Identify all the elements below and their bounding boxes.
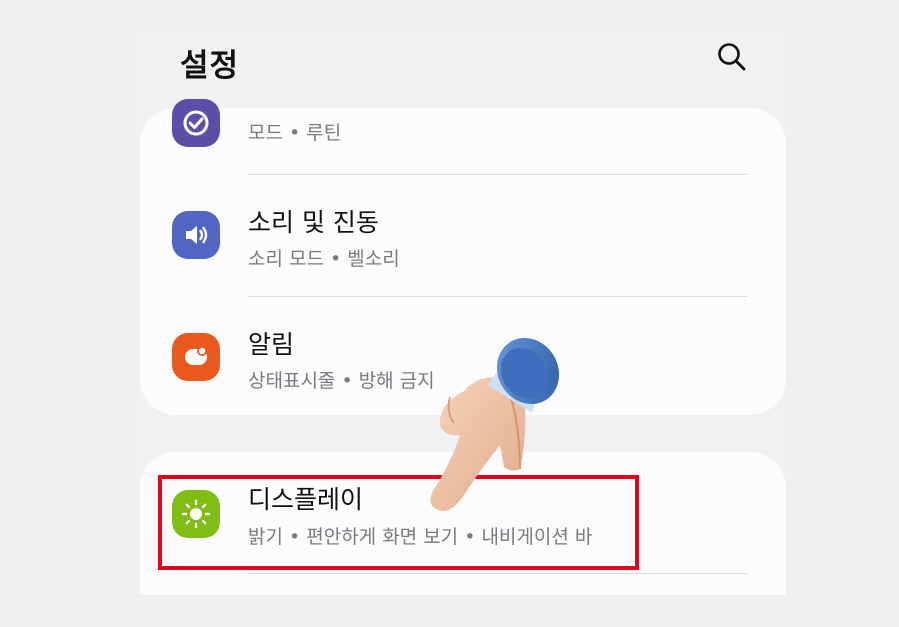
settings-item-sound-vibration[interactable]: 소리 및 진동 소리 모드 • 벨소리 <box>140 186 786 298</box>
pointing-hand-icon <box>424 333 564 513</box>
item-subtitle: 모드 • 루틴 <box>248 122 342 144</box>
item-title: 알림 <box>248 330 295 359</box>
settings-item-modes-routines[interactable]: 모드 • 루틴 <box>140 66 786 178</box>
sound-icon <box>172 211 220 259</box>
divider <box>248 573 747 574</box>
modes-routines-icon <box>172 99 220 147</box>
item-subtitle: 소리 모드 • 벨소리 <box>248 248 400 270</box>
notifications-icon <box>172 333 220 381</box>
display-highlight-box <box>158 475 639 570</box>
divider <box>248 174 747 175</box>
item-subtitle: 상태표시줄 • 방해 금지 <box>248 370 435 392</box>
item-title: 소리 및 진동 <box>248 208 379 237</box>
divider <box>248 296 747 297</box>
